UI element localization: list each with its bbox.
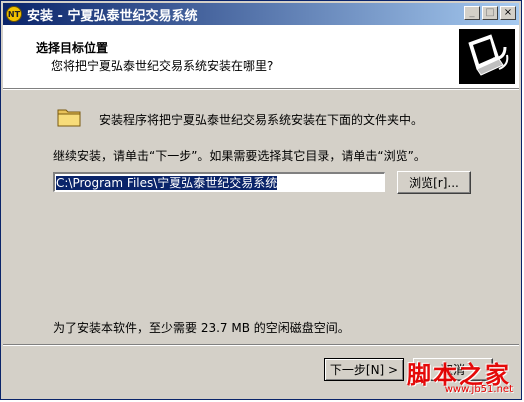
cancel-button[interactable]: 取消	[413, 358, 493, 381]
install-path-value: C:\Program Files\宁夏弘泰世纪交易系统	[56, 175, 278, 190]
folder-icon	[56, 104, 82, 130]
minimize-button[interactable]: _	[464, 6, 480, 20]
window-title: 安装 - 宁夏弘泰世纪交易系统	[27, 8, 198, 24]
installer-computer-icon	[459, 29, 515, 84]
page-title: 选择目标位置	[36, 41, 109, 55]
intro-text: 安装程序将把宁夏弘泰世纪交易系统安装在下面的文件夹中。	[99, 113, 424, 127]
continue-hint: 继续安装，请单击“下一步”。如果需要选择其它目录，请单击“浏览”。	[53, 149, 426, 163]
title-bar[interactable]: NT 安装 - 宁夏弘泰世纪交易系统 _ □ ×	[3, 3, 519, 25]
header-panel: 选择目标位置 您将把宁夏弘泰世纪交易系统安装在哪里?	[3, 25, 519, 88]
installer-window: NT 安装 - 宁夏弘泰世纪交易系统 _ □ × 选择目标位置 您将把宁夏弘泰世…	[0, 0, 522, 400]
maximize-button[interactable]: □	[482, 6, 498, 20]
next-button[interactable]: 下一步[N] >	[324, 358, 404, 381]
browse-button[interactable]: 浏览[r]...	[397, 171, 471, 194]
app-icon: NT	[6, 6, 22, 22]
disk-space-text: 为了安装本软件，至少需要 23.7 MB 的空闲磁盘空间。	[53, 321, 350, 335]
close-button[interactable]: ×	[500, 6, 516, 20]
watermark-url: www.jb51.net	[444, 384, 513, 395]
footer-divider	[3, 344, 519, 346]
page-subtitle: 您将把宁夏弘泰世纪交易系统安装在哪里?	[51, 59, 274, 73]
install-path-input[interactable]: C:\Program Files\宁夏弘泰世纪交易系统	[53, 172, 385, 192]
window-controls: _ □ ×	[462, 6, 516, 20]
header-divider	[3, 88, 519, 90]
